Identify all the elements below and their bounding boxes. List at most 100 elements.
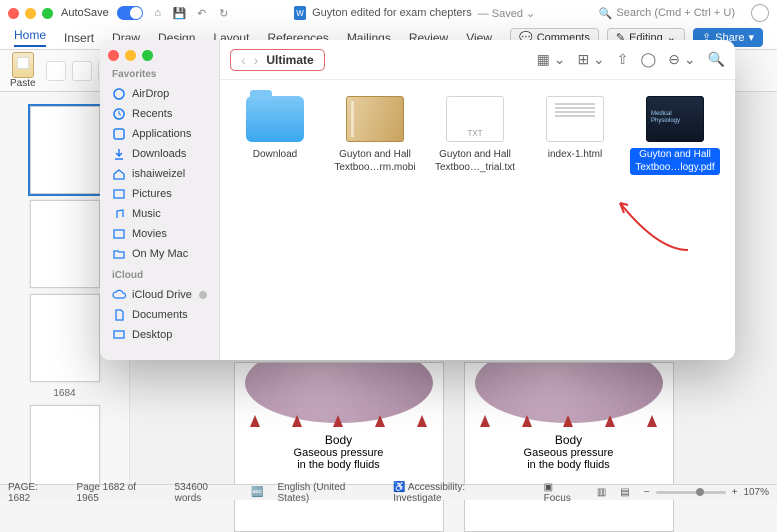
sidebar-item-desktop[interactable]: Desktop [108,325,211,345]
undo-icon[interactable]: ↶ [195,6,209,20]
doc-title-text: Guyton edited for exam chepters [312,7,472,19]
traffic-lights[interactable] [8,8,53,19]
sidebar-item-home[interactable]: ishaiweizel [108,164,211,184]
page-content: Body Gaseous pressure in the body fluids [464,362,674,532]
redo-icon[interactable]: ↻ [217,6,231,20]
html-file-icon [546,96,604,142]
file-item-selected[interactable]: Guyton and Hall Textboo…logy.pdf [630,96,720,175]
cut-icon[interactable] [46,61,66,81]
page-content: Body Gaseous pressure in the body fluids [234,362,444,532]
finder-main: ‹ › Ultimate ▦ ⌄ ⊞ ⌄ ⇧ ◯ ⊖ ⌄ 🔍 Download … [220,40,735,360]
actions-icon[interactable]: ⊖ ⌄ [668,51,695,68]
view-print-icon[interactable]: ▥ [597,487,606,498]
share-icon[interactable]: ⇧ [617,51,629,68]
copy-icon[interactable] [72,61,92,81]
finder-file-grid[interactable]: Download Guyton and Hall Textboo…rm.mobi… [220,80,735,360]
file-item[interactable]: Download [230,96,320,163]
sidebar-item-applications[interactable]: Applications [108,124,211,144]
search-icon[interactable]: 🔍 [708,51,725,68]
home-folder-icon [112,167,126,181]
status-page-of[interactable]: Page 1682 of 1965 [77,482,161,504]
desktop-icon [112,328,126,342]
page-thumbnail[interactable] [30,294,100,382]
sidebar-heading-icloud: iCloud [112,270,207,281]
file-item[interactable]: Guyton and Hall Textboo…rm.mobi [330,96,420,175]
text-file-icon [446,96,504,142]
window-titlebar: AutoSave ⌂ 💾 ↶ ↻ W Guyton edited for exa… [0,0,777,26]
pictures-icon [112,187,126,201]
status-accessibility[interactable]: ♿ Accessibility: Investigate [393,482,515,504]
sidebar-item-music[interactable]: Music [108,204,211,224]
search-field[interactable]: 🔍 Search (Cmd + Ctrl + U) [599,7,735,20]
sidebar-item-iclouddrive[interactable]: iCloud Drive [108,285,211,305]
close-icon[interactable] [8,8,19,19]
status-wordcount[interactable]: 534600 words [175,482,237,504]
sync-status-dot [199,291,207,299]
zoom-in-icon[interactable]: + [732,487,738,498]
paste-button[interactable]: Paste [10,52,36,89]
forward-icon[interactable]: › [254,52,259,68]
clock-icon [112,107,126,121]
page-thumbnail[interactable] [30,405,100,484]
focus-mode-button[interactable]: ▣ Focus [544,482,583,504]
folder-icon [246,96,304,142]
finder-sidebar: Favorites AirDrop Recents Applications D… [100,40,220,360]
tags-icon[interactable]: ◯ [641,51,657,68]
sidebar-item-recents[interactable]: Recents [108,104,211,124]
movies-icon [112,227,126,241]
file-item[interactable]: index-1.html [530,96,620,163]
profile-avatar[interactable] [751,4,769,22]
minimize-icon[interactable] [25,8,36,19]
cloud-icon [112,288,126,302]
view-grid-icon[interactable]: ▦ ⌄ [537,51,566,68]
sidebar-item-airdrop[interactable]: AirDrop [108,84,211,104]
status-language[interactable]: English (United States) [278,482,380,504]
sidebar-item-movies[interactable]: Movies [108,224,211,244]
autosave-label: AutoSave [61,7,109,19]
sidebar-item-documents[interactable]: Documents [108,305,211,325]
folder-icon [112,247,126,261]
finder-traffic-lights[interactable] [108,50,211,61]
airdrop-icon [112,87,126,101]
download-icon [112,147,126,161]
zoom-control[interactable]: − + 107% [644,487,769,498]
sidebar-item-downloads[interactable]: Downloads [108,144,211,164]
file-name: Download [230,148,320,163]
file-item[interactable]: Guyton and Hall Textboo…_trial.txt [430,96,520,175]
page-thumbnail[interactable] [30,106,100,194]
sidebar-item-onmymac[interactable]: On My Mac [108,244,211,264]
zoom-slider[interactable] [656,491,726,494]
thumbnail-page-number: 1684 [53,388,75,399]
finder-window: Favorites AirDrop Recents Applications D… [100,40,735,360]
home-icon[interactable]: ⌂ [151,6,165,20]
file-name: Guyton and Hall Textboo…rm.mobi [330,148,420,175]
autosave-toggle[interactable] [117,6,143,20]
spellcheck-icon[interactable]: 🔤 [251,487,263,498]
view-web-icon[interactable]: ▤ [620,487,629,498]
maximize-icon[interactable] [42,8,53,19]
back-icon[interactable]: ‹ [241,52,246,68]
tab-home[interactable]: Home [14,28,46,47]
finder-path-control[interactable]: ‹ › Ultimate [230,49,325,71]
document-title[interactable]: W Guyton edited for exam chepters — Save… [239,6,591,20]
zoom-value[interactable]: 107% [743,487,769,498]
status-bar: PAGE: 1682 Page 1682 of 1965 534600 word… [0,484,777,500]
sidebar-item-pictures[interactable]: Pictures [108,184,211,204]
file-name: Guyton and Hall Textboo…logy.pdf [630,148,720,175]
svg-text:W: W [296,9,304,18]
group-by-icon[interactable]: ⊞ ⌄ [577,51,604,68]
file-name: index-1.html [530,148,620,163]
document-icon [112,308,126,322]
zoom-out-icon[interactable]: − [644,487,650,498]
music-icon [112,207,126,221]
finder-location-title: Ultimate [266,53,313,67]
status-page[interactable]: PAGE: 1682 [8,482,63,504]
tab-insert[interactable]: Insert [64,31,94,45]
pdf-file-icon [646,96,704,142]
page-thumbnail[interactable] [30,200,100,288]
doc-status: Saved [492,8,523,20]
apps-icon [112,127,126,141]
save-icon[interactable]: 💾 [173,6,187,20]
file-name: Guyton and Hall Textboo…_trial.txt [430,148,520,175]
ebook-icon [346,96,404,142]
